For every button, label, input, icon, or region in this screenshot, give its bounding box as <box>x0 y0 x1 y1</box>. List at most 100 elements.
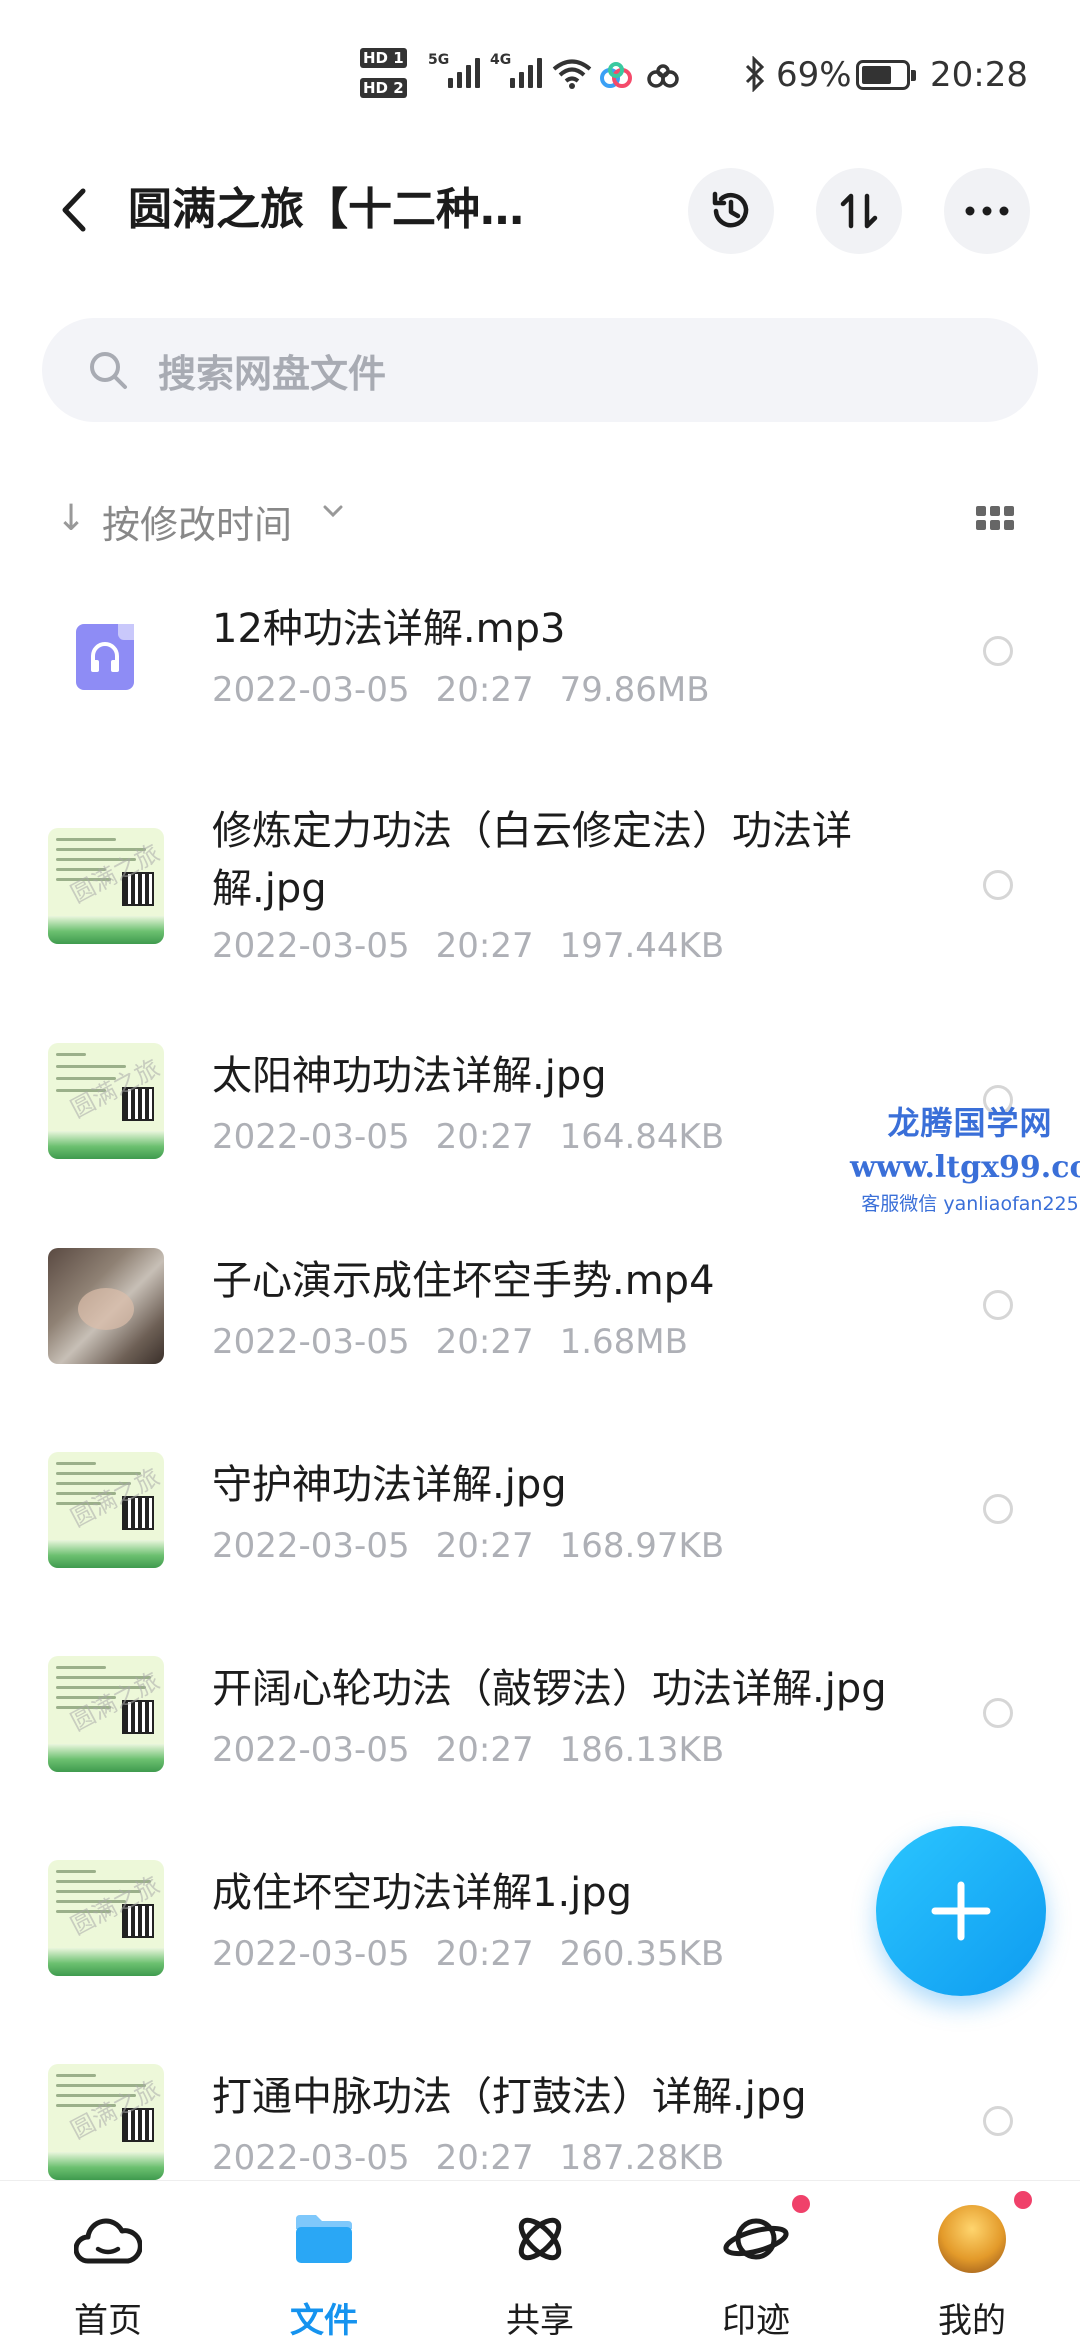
page-title: 圆满之旅【十二种… <box>128 184 524 235</box>
search-placeholder: 搜索网盘文件 <box>158 351 387 396</box>
file-name: 太阳神功功法详解.jpg <box>212 1053 607 1099</box>
image-thumbnail: 圆满之旅 <box>48 828 164 944</box>
select-radio[interactable] <box>983 2106 1013 2136</box>
file-meta: 2022-03-05 20:27 164.84KB <box>212 1117 750 1157</box>
select-radio[interactable] <box>983 1290 1013 1320</box>
file-row[interactable]: 圆满之旅 开阔心轮功法（敲锣法）功法详解.jpg 2022-03-05 20:27… <box>0 1648 1080 1798</box>
video-thumbnail <box>48 1248 164 1364</box>
file-name: 12种功法详解.mp3 <box>212 606 566 652</box>
watermark-contact: 客服微信 yanliaofan225 <box>861 1193 1079 1215</box>
sort-direction-icon[interactable]: ↓ <box>56 498 86 539</box>
file-row[interactable]: 子心演示成住坏空手势.mp4 2022-03-05 20:27 1.68MB <box>0 1240 1080 1390</box>
app-notification-icon <box>647 64 679 88</box>
file-row[interactable]: 圆满之旅 打通中脉功法（打鼓法）详解.jpg 2022-03-05 20:27 18… <box>0 2056 1080 2180</box>
chevron-down-icon[interactable] <box>318 496 348 526</box>
file-date: 2022-03-05 <box>212 1730 410 1770</box>
file-size: 164.84KB <box>559 1117 725 1157</box>
watermark-url: www.ltgx99.com <box>850 1150 1080 1185</box>
wifi-icon <box>552 59 592 89</box>
file-name: 成住坏空功法详解1.jpg <box>212 1870 633 1916</box>
file-meta: 2022-03-05 20:27 168.97KB <box>212 1526 750 1566</box>
file-date: 2022-03-05 <box>212 670 410 710</box>
tab-home[interactable]: 首页 <box>0 2181 216 2341</box>
sim1-hd-indicator: HD 1 <box>360 48 409 68</box>
battery-icon <box>856 60 916 90</box>
tab-traces[interactable]: 印迹 <box>648 2181 864 2341</box>
file-meta: 2022-03-05 20:27 186.13KB <box>212 1730 750 1770</box>
select-radio[interactable] <box>983 636 1013 666</box>
select-radio[interactable] <box>983 1494 1013 1524</box>
tab-me[interactable]: 我的 <box>864 2181 1080 2341</box>
tab-label: 首页 <box>74 2301 142 2341</box>
file-time: 20:27 <box>435 1322 534 1362</box>
file-size: 79.86MB <box>559 670 710 710</box>
search-icon <box>86 348 130 392</box>
file-date: 2022-03-05 <box>212 1526 410 1566</box>
file-row[interactable]: 圆满之旅 修炼定力功法（白云修定法）功法详解.jpg 2022-03-05 20:… <box>0 790 1080 980</box>
tab-label: 印迹 <box>722 2301 790 2341</box>
file-row[interactable]: 圆满之旅 守护神功法详解.jpg 2022-03-05 20:27 168.97KB <box>0 1444 1080 1594</box>
tab-label: 我的 <box>938 2301 1006 2341</box>
select-radio[interactable] <box>983 870 1013 900</box>
avatar-icon <box>934 2201 1010 2277</box>
image-thumbnail: 圆满之旅 <box>48 2064 164 2180</box>
file-time: 20:27 <box>435 2138 534 2178</box>
avatar <box>938 2205 1006 2273</box>
file-date: 2022-03-05 <box>212 1117 410 1157</box>
select-radio[interactable] <box>983 1698 1013 1728</box>
file-size: 187.28KB <box>559 2138 725 2178</box>
file-meta: 2022-03-05 20:27 260.35KB <box>212 1934 750 1974</box>
planet-icon <box>718 2201 794 2277</box>
notification-badge <box>792 2195 810 2213</box>
status-bar: HD 1 HD 2 5G 4G 69% 20:28 <box>0 0 1080 150</box>
file-row[interactable]: 12种功法详解.mp3 2022-03-05 20:27 79.86MB <box>0 580 1080 730</box>
history-button[interactable] <box>688 168 774 254</box>
file-date: 2022-03-05 <box>212 2138 410 2178</box>
grid-view-icon[interactable] <box>976 506 1016 530</box>
file-size: 1.68MB <box>559 1322 688 1362</box>
more-dots-icon <box>965 206 1009 216</box>
file-size: 260.35KB <box>559 1934 725 1974</box>
back-button[interactable] <box>44 180 104 240</box>
file-name: 打通中脉功法（打鼓法）详解.jpg <box>212 2074 807 2120</box>
file-time: 20:27 <box>435 1934 534 1974</box>
file-size: 197.44KB <box>559 926 725 966</box>
transfer-button[interactable] <box>816 168 902 254</box>
file-time: 20:27 <box>435 1526 534 1566</box>
search-bar[interactable]: 搜索网盘文件 <box>42 318 1038 422</box>
file-size: 186.13KB <box>559 1730 725 1770</box>
file-time: 20:27 <box>435 1730 534 1770</box>
chevron-left-icon <box>62 188 86 232</box>
sort-row: ↓ 按修改时间 <box>0 488 1080 548</box>
tab-label: 文件 <box>290 2301 358 2341</box>
image-thumbnail: 圆满之旅 <box>48 1860 164 1976</box>
baidu-netdisk-app-icon <box>600 62 632 88</box>
add-button[interactable] <box>876 1826 1046 1996</box>
tab-share[interactable]: 共享 <box>432 2181 648 2341</box>
sort-label[interactable]: 按修改时间 <box>102 494 292 549</box>
tab-label: 共享 <box>506 2301 574 2341</box>
signal-5g-icon: 5G <box>428 52 480 88</box>
file-name: 子心演示成住坏空手势.mp4 <box>212 1258 715 1304</box>
file-meta: 2022-03-05 20:27 79.86MB <box>212 670 736 710</box>
file-time: 20:27 <box>435 1117 534 1157</box>
plus-icon <box>931 1881 991 1941</box>
file-meta: 2022-03-05 20:27 197.44KB <box>212 926 750 966</box>
file-meta: 2022-03-05 20:27 1.68MB <box>212 1322 714 1362</box>
file-date: 2022-03-05 <box>212 1934 410 1974</box>
site-watermark: 龙腾国学网 www.ltgx99.com 客服微信 yanliaofan225 <box>850 1098 1080 1216</box>
more-button[interactable] <box>944 168 1030 254</box>
cloud-home-icon <box>70 2201 146 2277</box>
tab-files[interactable]: 文件 <box>216 2181 432 2341</box>
signal-4g-icon: 4G <box>490 52 542 88</box>
bluetooth-icon <box>745 56 765 92</box>
file-date: 2022-03-05 <box>212 1322 410 1362</box>
file-time: 20:27 <box>435 926 534 966</box>
bottom-tab-bar: 首页 文件 共享 印迹 我的 <box>0 2180 1080 2341</box>
folder-icon <box>286 2201 362 2277</box>
notification-badge <box>1014 2191 1032 2209</box>
file-time: 20:27 <box>435 670 534 710</box>
clock: 20:28 <box>930 55 1028 95</box>
image-thumbnail: 圆满之旅 <box>48 1452 164 1568</box>
history-icon <box>712 191 749 228</box>
